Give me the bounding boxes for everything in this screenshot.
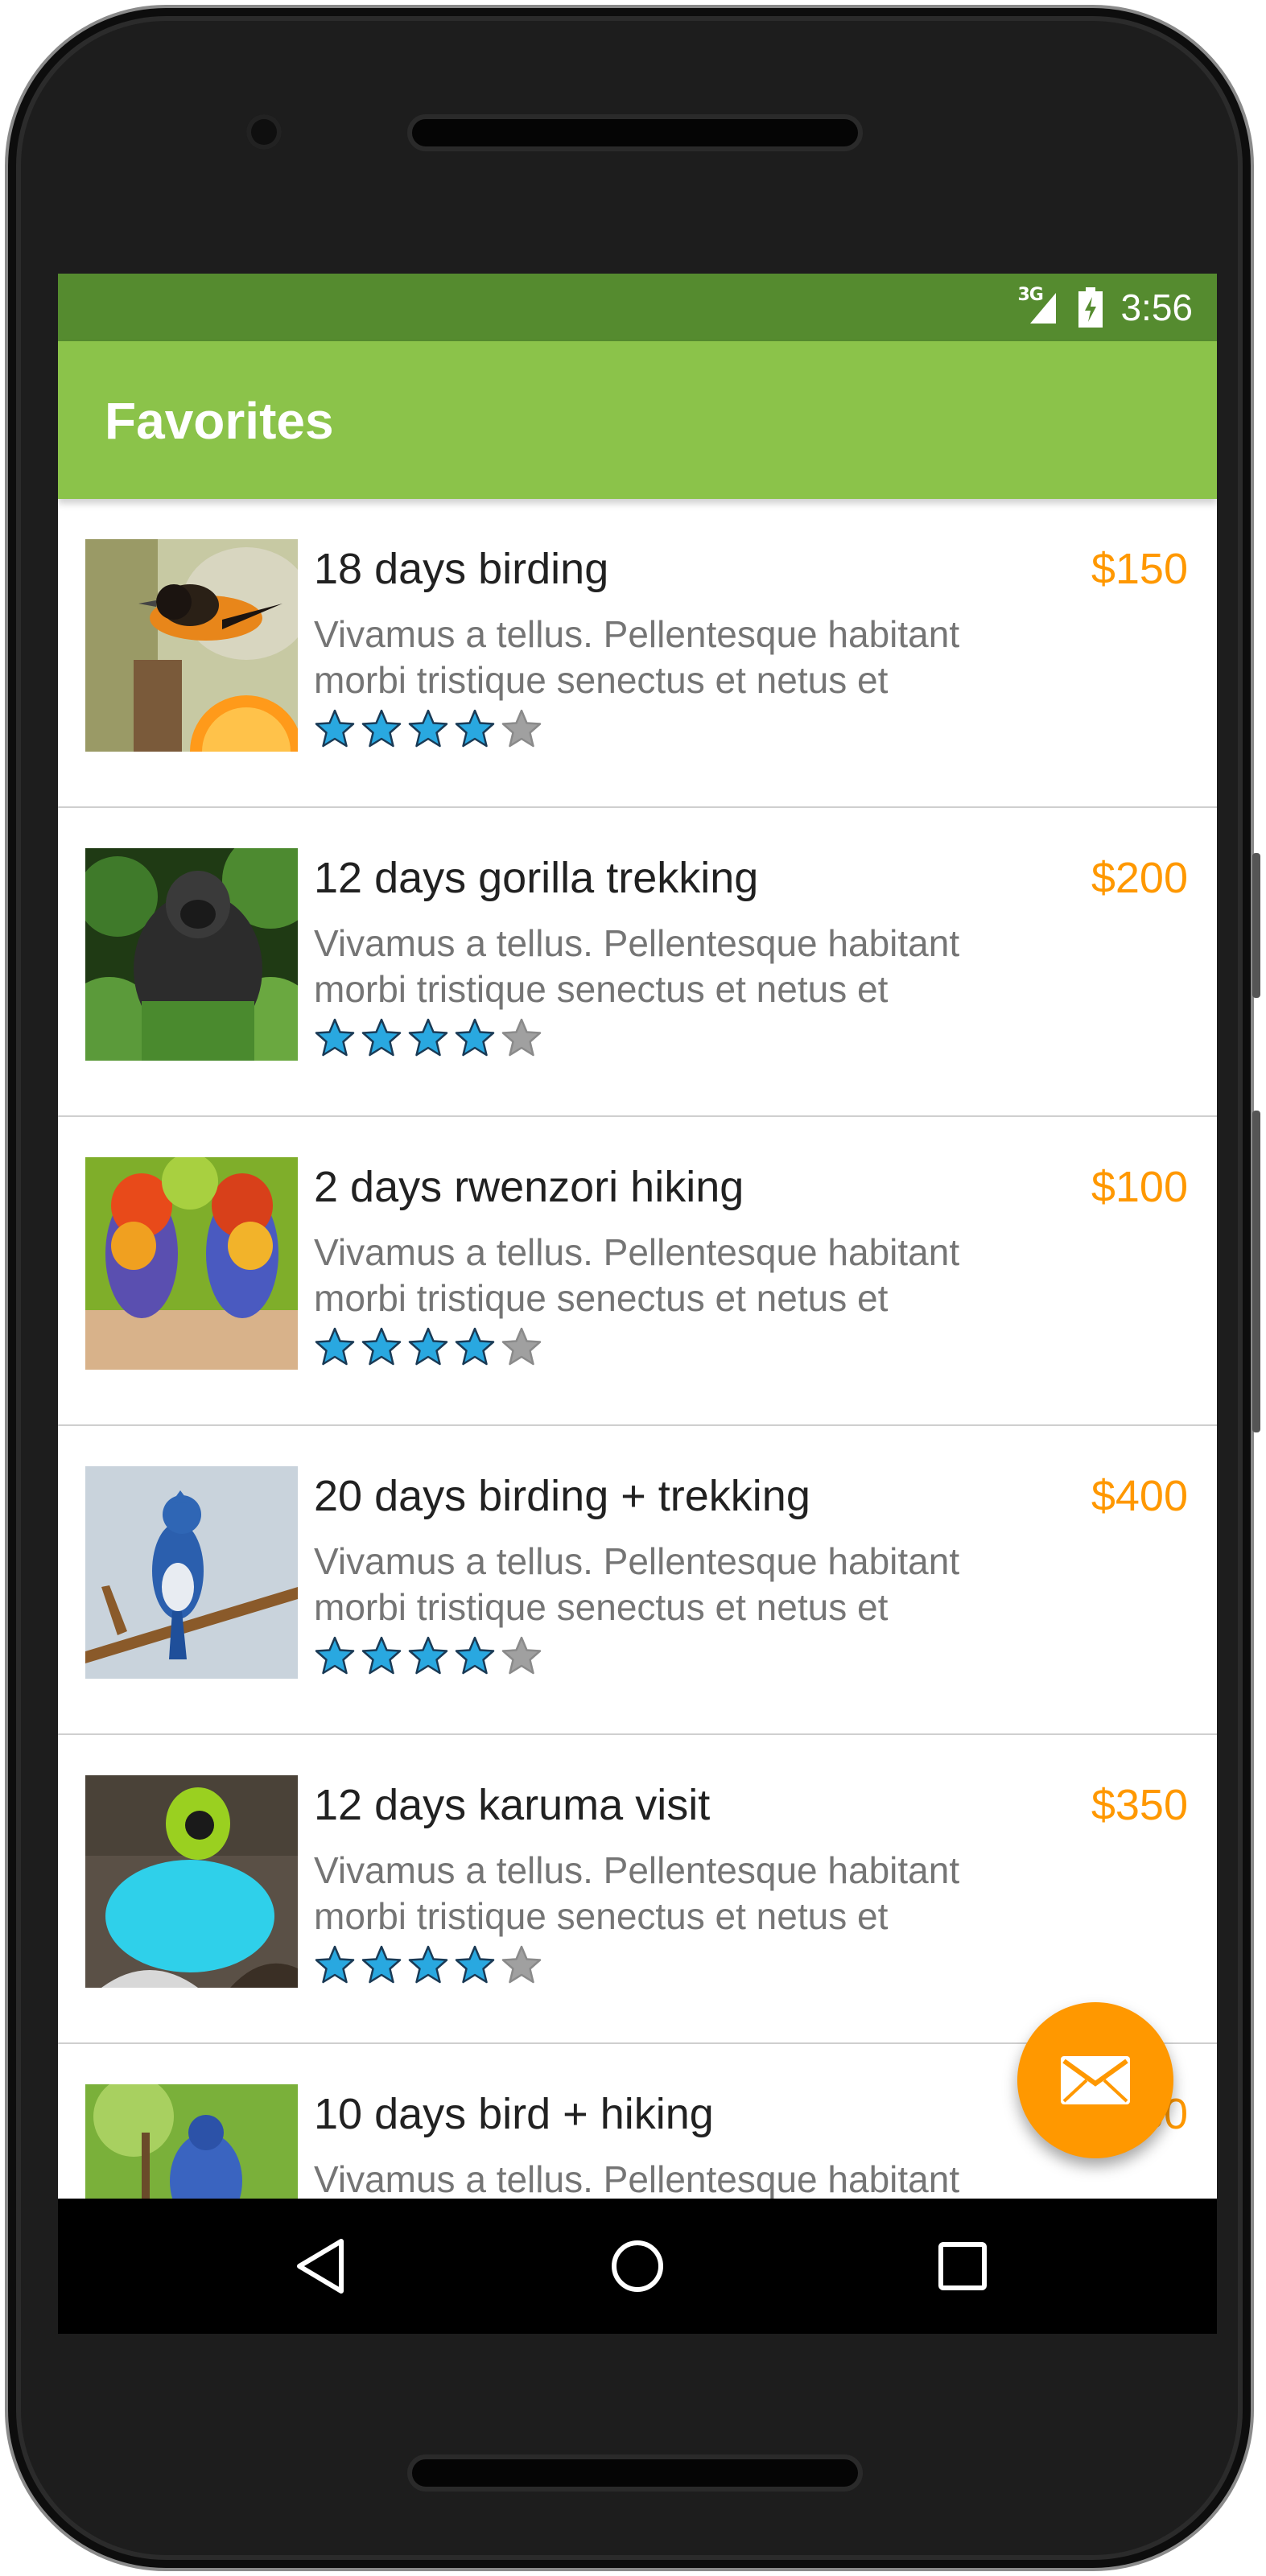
star-filled-icon <box>408 1018 448 1057</box>
star-filled-icon <box>315 1636 355 1675</box>
item-thumbnail <box>85 1466 298 1679</box>
rating-stars <box>314 1326 542 1368</box>
star-filled-icon <box>455 1327 495 1366</box>
recents-button[interactable] <box>922 2226 1003 2306</box>
star-empty-icon <box>501 1018 542 1057</box>
star-filled-icon <box>361 1636 402 1675</box>
item-title: 12 days karuma visit <box>314 1781 711 1829</box>
battery-charging-icon <box>1078 287 1103 328</box>
star-filled-icon <box>315 1018 355 1057</box>
app-bar: Favorites <box>58 341 1217 499</box>
item-title: 18 days birding <box>314 545 609 593</box>
status-bar: 3G 3:56 <box>58 274 1217 341</box>
item-description: Vivamus a tellus. Pellentesque habitant … <box>314 1849 960 1937</box>
email-fab-button[interactable] <box>1017 2002 1173 2158</box>
star-empty-icon <box>501 1945 542 1984</box>
item-description: Vivamus a tellus. Pellentesque habitant … <box>314 922 960 1010</box>
star-filled-icon <box>361 1327 402 1366</box>
item-title: 10 days bird + hiking <box>314 2090 714 2138</box>
star-filled-icon <box>361 709 402 748</box>
list-item[interactable]: 12 days karuma visit $350 Vivamus a tell… <box>58 1735 1217 2044</box>
star-empty-icon <box>501 1636 542 1675</box>
star-filled-icon <box>408 1945 448 1984</box>
page-title: Favorites <box>105 392 334 450</box>
volume-button <box>1252 853 1260 998</box>
item-price: $100 <box>1091 1163 1188 1211</box>
rating-stars <box>314 1635 542 1677</box>
star-filled-icon <box>408 709 448 748</box>
home-button[interactable] <box>597 2226 678 2306</box>
home-icon <box>612 2240 663 2292</box>
phone-frame: 3G 3:56 Favorites 18 days birding $150 V… <box>5 5 1260 2571</box>
list-item[interactable]: 18 days birding $150 Vivamus a tellus. P… <box>58 499 1217 808</box>
screen: 3G 3:56 Favorites 18 days birding $150 V… <box>58 274 1217 2334</box>
list-item[interactable]: 2 days rwenzori hiking $100 Vivamus a te… <box>58 1117 1217 1426</box>
top-speaker <box>407 114 863 151</box>
star-empty-icon <box>501 1327 542 1366</box>
list-item[interactable]: 20 days birding + trekking $400 Vivamus … <box>58 1426 1217 1735</box>
item-title: 12 days gorilla trekking <box>314 854 759 902</box>
star-filled-icon <box>455 1018 495 1057</box>
item-thumbnail <box>85 1157 298 1370</box>
item-thumbnail <box>85 848 298 1061</box>
item-title: 20 days birding + trekking <box>314 1472 810 1520</box>
list-item[interactable]: 12 days gorilla trekking $200 Vivamus a … <box>58 808 1217 1117</box>
navigation-bar <box>58 2199 1217 2334</box>
star-filled-icon <box>408 1327 448 1366</box>
item-price: $400 <box>1091 1472 1188 1520</box>
email-icon <box>1061 2056 1130 2104</box>
star-filled-icon <box>315 1327 355 1366</box>
item-thumbnail <box>85 1775 298 1988</box>
star-filled-icon <box>361 1018 402 1057</box>
item-price: $150 <box>1091 545 1188 593</box>
star-filled-icon <box>408 1636 448 1675</box>
item-price: $200 <box>1091 854 1188 902</box>
bottom-speaker <box>407 2454 863 2492</box>
back-icon <box>297 2239 344 2294</box>
rating-stars <box>314 708 542 750</box>
rating-stars <box>314 1944 542 1986</box>
item-price: $350 <box>1091 1781 1188 1829</box>
star-filled-icon <box>315 709 355 748</box>
power-button <box>1252 1111 1260 1432</box>
status-time: 3:56 <box>1120 286 1193 328</box>
item-title: 2 days rwenzori hiking <box>314 1163 744 1211</box>
star-filled-icon <box>361 1945 402 1984</box>
item-description: Vivamus a tellus. Pellentesque habitant … <box>314 613 960 701</box>
item-description: Vivamus a tellus. Pellentesque habitant … <box>314 1231 960 1319</box>
rating-stars <box>314 1017 542 1059</box>
cellular-signal-icon: 3G <box>1017 285 1066 330</box>
star-filled-icon <box>455 1636 495 1675</box>
item-thumbnail <box>85 539 298 752</box>
star-empty-icon <box>501 709 542 748</box>
star-filled-icon <box>315 1945 355 1984</box>
back-button[interactable] <box>280 2226 361 2306</box>
star-filled-icon <box>455 709 495 748</box>
item-description: Vivamus a tellus. Pellentesque habitant … <box>314 1540 960 1628</box>
star-filled-icon <box>455 1945 495 1984</box>
front-camera <box>246 114 282 150</box>
recents-icon <box>938 2242 987 2290</box>
